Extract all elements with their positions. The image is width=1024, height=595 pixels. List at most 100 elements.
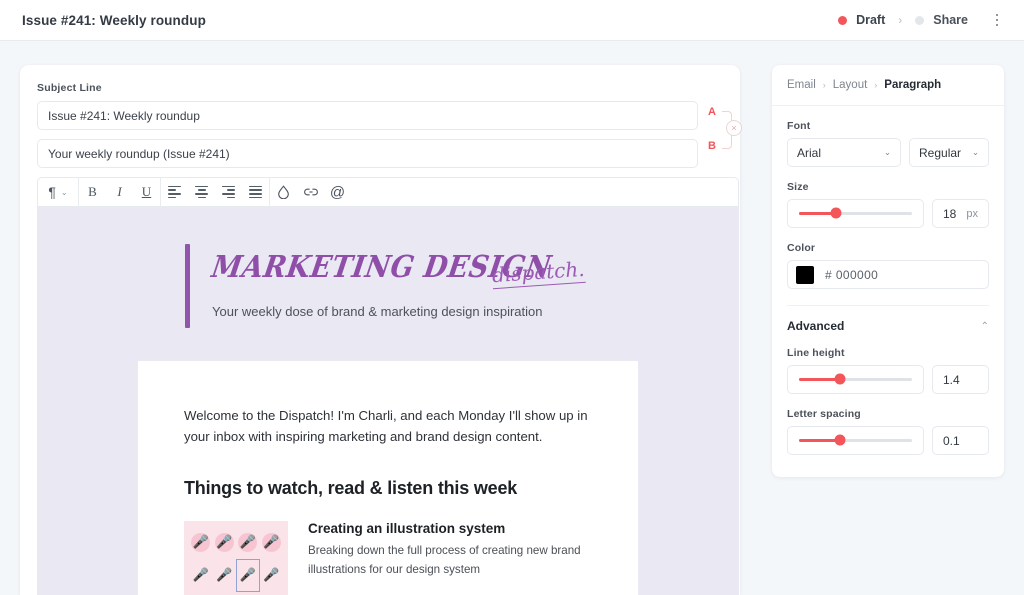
microphone-illustration-grid: 🎤 🎤 🎤 🎤 🎤 🎤 🎤 🎤	[189, 526, 283, 592]
email-preview-canvas[interactable]: MARKETING DESIGN dispatch. Your weekly d…	[37, 207, 739, 595]
chevron-right-icon: ›	[874, 80, 878, 90]
size-value: 18	[943, 206, 957, 221]
panel-body: Font Arial ⌄ Regular ⌄ Size 18 px Color …	[772, 106, 1004, 455]
chevron-down-icon: ⌄	[883, 147, 891, 157]
line-height-row: 1.4	[787, 365, 989, 394]
line-height-value: 1.4	[943, 372, 960, 387]
insert-link-button[interactable]	[297, 177, 324, 207]
toolbar-group-paragraph: ¶ ⌄	[38, 178, 78, 206]
line-height-slider[interactable]	[787, 365, 924, 394]
letter-spacing-label: Letter spacing	[787, 408, 861, 420]
align-right-icon	[222, 185, 235, 199]
email-editor-card: Subject Line ¶ ⌄ B I U	[20, 65, 740, 595]
letter-spacing-slider-track[interactable]	[799, 434, 912, 446]
status-badge-draft[interactable]: Draft	[832, 13, 891, 27]
align-right-button[interactable]	[215, 177, 242, 207]
link-icon	[303, 188, 318, 196]
line-height-slider-track[interactable]	[799, 373, 912, 385]
variant-b-label: B	[708, 140, 716, 152]
subject-line-label: Subject Line	[37, 82, 102, 94]
share-label: Share	[933, 13, 968, 27]
microphone-icon: 🎤	[213, 526, 237, 559]
intro-paragraph[interactable]: Welcome to the Dispatch! I'm Charli, and…	[184, 405, 592, 448]
letter-spacing-slider-thumb[interactable]	[834, 434, 846, 446]
font-label: Font	[787, 120, 811, 132]
email-hero-block[interactable]: MARKETING DESIGN dispatch. Your weekly d…	[37, 207, 739, 355]
variant-a-label: A	[708, 106, 716, 118]
section-heading[interactable]: Things to watch, read & listen this week	[184, 478, 592, 499]
color-hex-value: # 000000	[825, 267, 879, 282]
breadcrumb-item-layout[interactable]: Layout	[833, 79, 868, 91]
align-center-icon	[195, 185, 208, 199]
hero-subtitle: Your weekly dose of brand & marketing de…	[212, 304, 543, 319]
article-title[interactable]: Creating an illustration system	[308, 521, 592, 536]
font-row: Arial ⌄ Regular ⌄	[787, 138, 989, 167]
droplet-icon	[278, 185, 289, 199]
text-color-button[interactable]	[270, 177, 297, 207]
paragraph-icon: ¶	[48, 184, 56, 200]
font-weight-value: Regular	[919, 145, 962, 160]
microphone-icon: 🎤	[260, 526, 284, 559]
hero-script-word: dispatch.	[491, 256, 586, 290]
color-label: Color	[787, 242, 816, 254]
article-thumbnail[interactable]: 🎤 🎤 🎤 🎤 🎤 🎤 🎤 🎤	[184, 520, 288, 595]
font-family-select[interactable]: Arial ⌄	[787, 138, 901, 167]
page-title: Issue #241: Weekly roundup	[22, 12, 206, 28]
advanced-section-toggle[interactable]: Advanced ⌃	[787, 306, 989, 333]
microphone-icon-selected: 🎤	[236, 558, 260, 592]
mention-button[interactable]: @	[324, 177, 351, 207]
more-options-icon[interactable]	[984, 7, 1010, 33]
align-left-button[interactable]	[161, 177, 188, 207]
size-row: 18 px	[787, 199, 989, 228]
letter-spacing-value-field[interactable]: 0.1	[932, 426, 989, 455]
align-left-icon	[168, 185, 181, 199]
letter-spacing-value: 0.1	[943, 433, 960, 448]
article-description[interactable]: Breaking down the full process of creati…	[308, 541, 592, 579]
microphone-icon: 🎤	[189, 526, 213, 559]
preview-text-input[interactable]	[37, 139, 698, 168]
line-height-value-field[interactable]: 1.4	[932, 365, 989, 394]
line-height-slider-thumb[interactable]	[834, 373, 846, 385]
paragraph-style-dropdown[interactable]: ¶ ⌄	[38, 177, 78, 207]
article-list-item[interactable]: 🎤 🎤 🎤 🎤 🎤 🎤 🎤 🎤 Creating an illustration…	[184, 520, 592, 595]
share-button[interactable]: Share	[909, 13, 974, 27]
align-justify-button[interactable]	[242, 177, 269, 207]
underline-button[interactable]: U	[133, 177, 160, 207]
email-body-block[interactable]: Welcome to the Dispatch! I'm Charli, and…	[138, 361, 638, 595]
size-slider-thumb[interactable]	[830, 207, 842, 219]
microphone-icon: 🎤	[192, 567, 209, 583]
align-center-button[interactable]	[188, 177, 215, 207]
chevron-right-icon: ›	[898, 13, 903, 27]
microphone-icon: 🎤	[263, 567, 280, 583]
font-weight-select[interactable]: Regular ⌄	[909, 138, 989, 167]
size-slider-track[interactable]	[799, 207, 912, 219]
toolbar-group-align	[161, 178, 269, 206]
letter-spacing-slider[interactable]	[787, 426, 924, 455]
ab-test-indicator: A B ×	[700, 98, 744, 164]
color-swatch[interactable]	[796, 265, 814, 284]
chevron-down-icon: ⌄	[971, 147, 979, 157]
remove-ab-test-icon[interactable]: ×	[726, 120, 742, 136]
breadcrumb: Email › Layout › Paragraph	[772, 65, 1004, 106]
breadcrumb-item-email[interactable]: Email	[787, 79, 816, 91]
size-label: Size	[787, 181, 809, 193]
line-height-label: Line height	[787, 347, 845, 359]
bold-button[interactable]: B	[79, 177, 106, 207]
color-field[interactable]: # 000000	[787, 260, 989, 289]
formatting-toolbar: ¶ ⌄ B I U @	[37, 177, 739, 207]
header-actions: Draft › Share	[832, 7, 1010, 33]
advanced-label: Advanced	[787, 319, 845, 333]
size-slider[interactable]	[787, 199, 924, 228]
align-justify-icon	[249, 185, 262, 199]
italic-button[interactable]: I	[106, 177, 133, 207]
toolbar-group-style: B I U	[79, 178, 160, 206]
chevron-right-icon: ›	[822, 80, 826, 90]
letter-spacing-row: 0.1	[787, 426, 989, 455]
chevron-up-icon: ⌃	[980, 320, 989, 332]
article-text: Creating an illustration system Breaking…	[308, 521, 592, 595]
draft-status-dot	[838, 15, 848, 25]
hero-accent-bar	[185, 244, 190, 328]
breadcrumb-item-paragraph: Paragraph	[884, 79, 942, 91]
subject-line-input[interactable]	[37, 101, 698, 130]
size-value-field[interactable]: 18 px	[932, 199, 989, 228]
